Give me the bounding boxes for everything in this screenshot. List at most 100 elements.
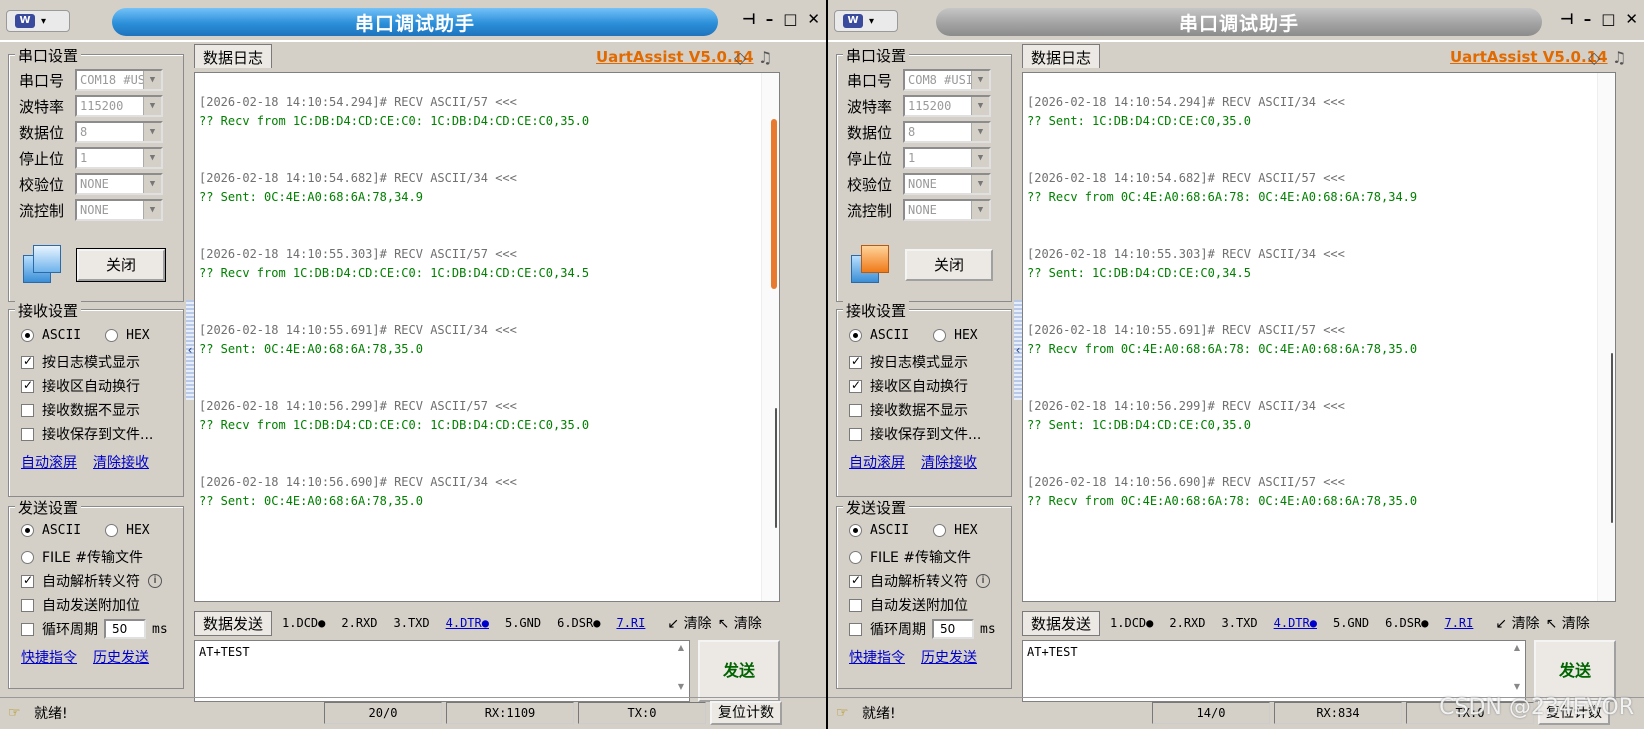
close-window-button[interactable]: ✕ [1625,10,1638,28]
unit-label: ms [980,621,996,637]
databits-select[interactable]: 8 ▼ [75,121,163,143]
cycle-checkbox[interactable] [21,622,34,636]
parity-select[interactable]: NONE ▼ [903,173,991,195]
receive-log[interactable]: [2026-02-18 14:10:54.294]# RECV ASCII/57… [194,72,780,602]
shortcut-link[interactable]: 快捷指令 [21,647,77,667]
title-bar[interactable]: W ▾ 串口调试助手 ⊣ – □ ✕ [828,0,1644,40]
close-window-button[interactable]: ✕ [807,10,820,28]
info-icon[interactable]: i [976,574,990,588]
close-port-button[interactable]: 关闭 [905,249,993,281]
send-input[interactable]: AT+TEST ▲ ▼ [1022,640,1526,702]
hide-data-checkbox[interactable] [21,403,34,417]
send-ascii-radio[interactable] [21,524,34,537]
pin-icon[interactable]: ⊣ [742,10,756,28]
parity-select[interactable]: NONE ▼ [75,173,163,195]
save-to-file-checkbox[interactable] [21,427,34,441]
send-button[interactable]: 发送 [698,640,780,702]
append-checkbox[interactable] [849,598,862,612]
send-hex-radio[interactable] [933,524,947,537]
clear-send-button[interactable]: ↙ 清除 [667,613,711,633]
port-status-icon [23,245,63,285]
cycle-input[interactable]: 50 [104,619,146,639]
info-icon[interactable]: i [148,574,162,588]
clear-all-button[interactable]: ↖ 清除 [718,613,762,633]
history-link[interactable]: 历史发送 [93,647,149,667]
append-checkbox[interactable] [21,598,34,612]
pin-icon[interactable]: ⊣ [1560,10,1574,28]
checkbox-label: 按日志模式显示 [870,355,968,371]
log-scrollbar[interactable] [761,73,779,601]
recv-hex-radio[interactable] [105,329,119,342]
chevron-down-icon: ▼ [971,71,989,89]
save-to-file-checkbox[interactable] [849,427,862,441]
recv-ascii-radio[interactable] [21,329,34,342]
stopbits-select[interactable]: 1 ▼ [75,147,163,169]
maximize-button[interactable]: □ [1601,10,1615,28]
send-hex-radio[interactable] [105,524,119,537]
system-menu-button[interactable]: W ▾ [6,10,70,32]
pin-dtr[interactable]: 4.DTR● [446,616,489,630]
tab-data-log[interactable]: 数据日志 [1022,44,1101,68]
auto-wrap-checkbox[interactable] [849,378,862,393]
clear-all-button[interactable]: ↖ 清除 [1546,613,1590,633]
auto-scroll-link[interactable]: 自动滚屏 [849,452,905,472]
pin-dtr[interactable]: 4.DTR● [1274,616,1317,630]
close-port-button[interactable]: 关闭 [76,248,166,282]
maximize-button[interactable]: □ [783,10,797,28]
history-link[interactable]: 历史发送 [921,647,977,667]
databits-select[interactable]: 8 ▼ [903,121,991,143]
auto-scroll-link[interactable]: 自动滚屏 [21,452,77,472]
clear-receive-link[interactable]: 清除接收 [921,452,977,472]
send-input[interactable]: AT+TEST ▲ ▼ [194,640,690,702]
pin-ri[interactable]: 7.RI [1444,616,1473,630]
scroll-thumb[interactable] [1611,353,1613,523]
log-mode-checkbox[interactable] [21,354,34,369]
port-select[interactable]: COM8 #USI ▼ [903,69,991,91]
clear-receive-link[interactable]: 清除接收 [93,452,149,472]
send-ascii-radio[interactable] [849,524,862,537]
auto-wrap-checkbox[interactable] [21,378,34,393]
panel-collapse-handle[interactable]: ‹ [1014,300,1022,400]
log-mode-checkbox[interactable] [849,354,862,369]
shortcut-link[interactable]: 快捷指令 [849,647,905,667]
tab-data-send[interactable]: 数据发送 [1022,610,1101,636]
bell-icon[interactable]: ♫ [1612,48,1626,67]
minimize-button[interactable]: – [766,10,774,28]
scroll-thumb[interactable] [775,408,777,528]
title-bar[interactable]: W ▾ 串口调试助手 ⊣ – □ ✕ [0,0,826,40]
recv-ascii-radio[interactable] [849,329,862,342]
bell-icon[interactable]: ♫ [758,48,772,67]
pin-ri[interactable]: 7.RI [616,616,645,630]
system-menu-button[interactable]: W ▾ [834,10,898,32]
log-scrollbar[interactable] [1597,73,1615,601]
diamond-icon[interactable]: ◇ [734,48,746,67]
diamond-icon[interactable]: ◇ [1588,48,1600,67]
tab-data-log[interactable]: 数据日志 [194,44,273,68]
hide-data-checkbox[interactable] [849,403,862,417]
send-file-radio[interactable] [21,550,34,564]
flow-select[interactable]: NONE ▼ [75,199,163,221]
cycle-input[interactable]: 50 [932,619,974,639]
flow-select[interactable]: NONE ▼ [903,199,991,221]
baud-select[interactable]: 115200 ▼ [903,95,991,117]
send-scrollbar[interactable]: ▲ ▼ [1509,641,1525,701]
stopbits-select[interactable]: 1 ▼ [903,147,991,169]
brand-link[interactable]: UartAssist V5.0.14 [1450,48,1608,66]
send-file-radio[interactable] [849,550,862,564]
receive-log[interactable]: [2026-02-18 14:10:54.294]# RECV ASCII/34… [1022,72,1616,602]
send-scrollbar[interactable]: ▲ ▼ [673,641,689,701]
escape-checkbox[interactable] [849,573,862,588]
minimize-button[interactable]: – [1584,10,1592,28]
send-button[interactable]: 发送 [1534,640,1616,702]
tab-data-send[interactable]: 数据发送 [194,610,273,636]
port-select[interactable]: COM18 #US ▼ [75,69,163,91]
cycle-checkbox[interactable] [849,622,862,636]
recv-hex-radio[interactable] [933,329,947,342]
reset-count-button[interactable]: 复位计数 [710,700,782,725]
scroll-thumb[interactable] [771,119,777,289]
brand-link[interactable]: UartAssist V5.0.14 [596,48,754,66]
baud-select[interactable]: 115200 ▼ [75,95,163,117]
escape-checkbox[interactable] [21,573,34,588]
panel-collapse-handle[interactable]: ‹ [186,300,194,400]
clear-send-button[interactable]: ↙ 清除 [1495,613,1539,633]
